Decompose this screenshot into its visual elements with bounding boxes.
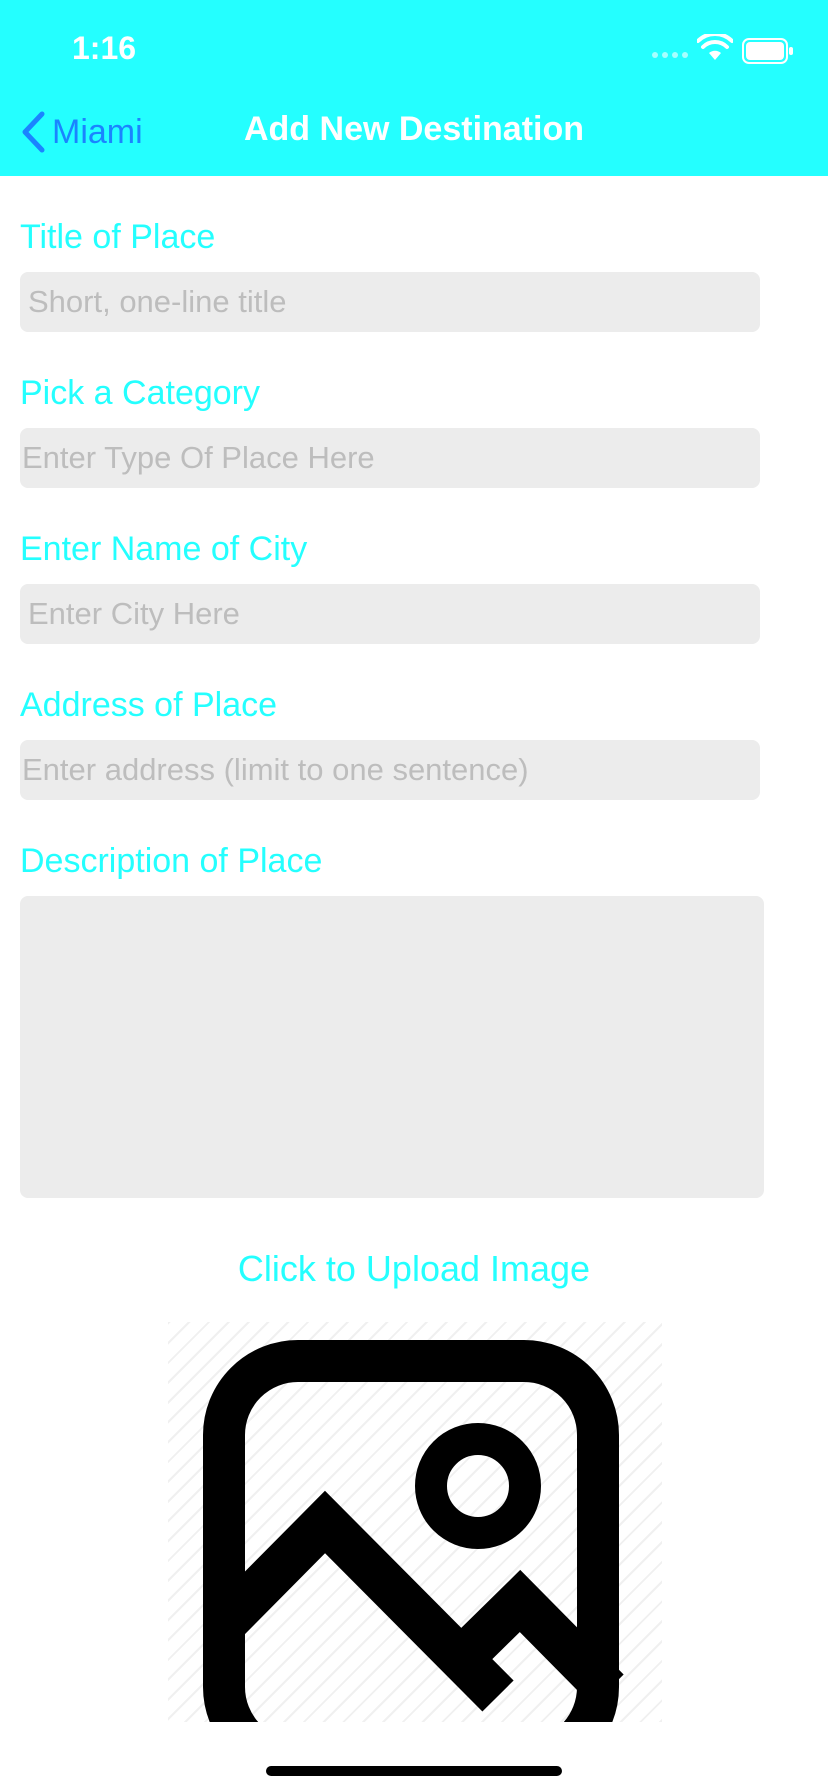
city-label: Enter Name of City [20,530,308,568]
address-label: Address of Place [20,686,278,724]
city-input[interactable] [20,584,760,644]
page-title: Add New Destination [243,110,585,148]
wifi-icon [697,34,733,60]
title-input[interactable] [20,272,760,332]
title-label: Title of Place [20,218,216,256]
signal-icon [652,52,688,58]
battery-icon [742,38,793,64]
category-input[interactable] [20,428,760,488]
address-input[interactable] [20,740,760,800]
home-indicator [266,1766,562,1776]
nav-header: 1:16 Miami Add New Destination [0,0,828,176]
description-label: Description of Place [20,842,323,880]
upload-image-button[interactable]: Click to Upload Image [0,1248,828,1290]
image-upload-area[interactable] [168,1322,662,1722]
category-label: Pick a Category [20,374,260,412]
status-time: 1:16 [72,30,137,66]
description-input[interactable] [20,896,764,1198]
image-icon [203,1340,624,1722]
